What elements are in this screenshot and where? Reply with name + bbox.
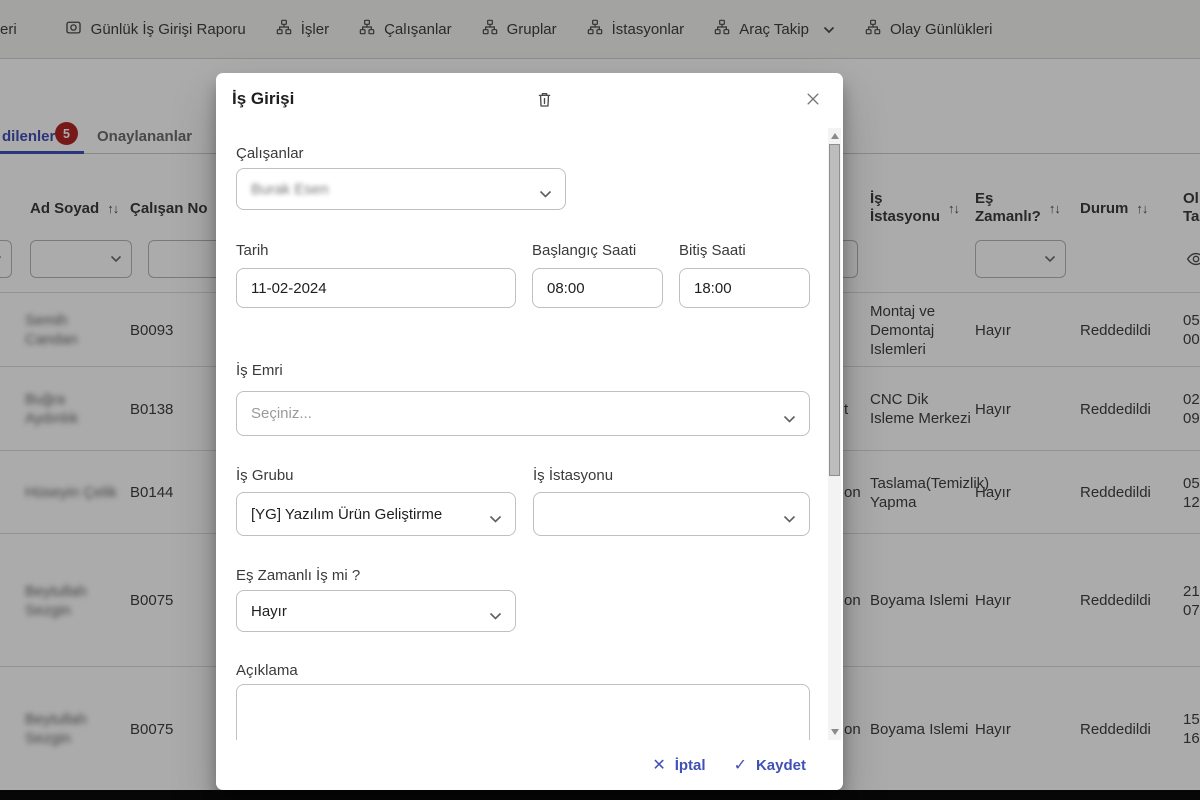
work-group-value: [YG] Yazılım Ürün Geliştirme — [251, 505, 443, 523]
employees-label: Çalışanlar — [236, 145, 304, 162]
station-label: İş İstasyonu — [533, 467, 614, 484]
date-input[interactable]: 11-02-2024 — [236, 268, 516, 308]
date-value: 11-02-2024 — [251, 279, 327, 297]
chevron-down-icon — [489, 607, 502, 624]
end-time-input[interactable]: 18:00 — [679, 268, 810, 308]
trash-icon[interactable] — [529, 84, 559, 114]
modal-title: İş Girişi — [232, 89, 295, 108]
description-textarea[interactable] — [236, 684, 810, 740]
start-time-label: Başlangıç Saati — [532, 242, 637, 259]
employees-select[interactable]: Burak Esen — [236, 168, 566, 210]
modal-scrollbar[interactable] — [828, 128, 841, 740]
work-order-placeholder: Seçiniz... — [251, 405, 312, 422]
modal-footer: ✕ İptal ✓ Kaydet — [216, 740, 843, 790]
employees-value: Burak Esen — [251, 180, 329, 198]
chevron-down-icon — [783, 510, 796, 527]
end-time-value: 18:00 — [694, 279, 732, 297]
start-time-input[interactable]: 08:00 — [532, 268, 663, 308]
save-button[interactable]: ✓ Kaydet — [734, 755, 806, 775]
date-label: Tarih — [236, 242, 269, 259]
scroll-up-arrow-icon[interactable] — [831, 133, 839, 139]
work-group-select[interactable]: [YG] Yazılım Ürün Geliştirme — [236, 492, 516, 536]
chevron-down-icon — [539, 185, 552, 202]
save-check-icon: ✓ — [733, 757, 747, 774]
end-time-label: Bitiş Saati — [679, 242, 746, 259]
scrollbar-thumb[interactable] — [829, 144, 840, 476]
chevron-down-icon — [489, 510, 502, 527]
app-screen: eri Günlük İş Girişi Raporu İşler Çalışa… — [0, 0, 1200, 800]
cancel-x-icon: ✕ — [652, 757, 666, 774]
cancel-button[interactable]: ✕ İptal — [652, 755, 705, 775]
work-order-label: İş Emri — [236, 362, 283, 379]
work-order-select[interactable]: Seçiniz... — [236, 391, 810, 436]
scroll-down-arrow-icon[interactable] — [831, 729, 839, 735]
simultaneous-label: Eş Zamanlı İş mi ? — [236, 567, 361, 584]
description-label: Açıklama — [236, 662, 298, 679]
station-select[interactable] — [533, 492, 810, 536]
simultaneous-value: Hayır — [251, 602, 287, 620]
simultaneous-select[interactable]: Hayır — [236, 590, 516, 632]
close-icon[interactable] — [798, 84, 828, 114]
work-group-label: İş Grubu — [236, 467, 294, 484]
is-girisi-modal: İş Girişi Çalışanlar Burak Esen Tarih 11… — [216, 73, 843, 790]
start-time-value: 08:00 — [547, 279, 585, 297]
chevron-down-icon — [783, 410, 796, 427]
